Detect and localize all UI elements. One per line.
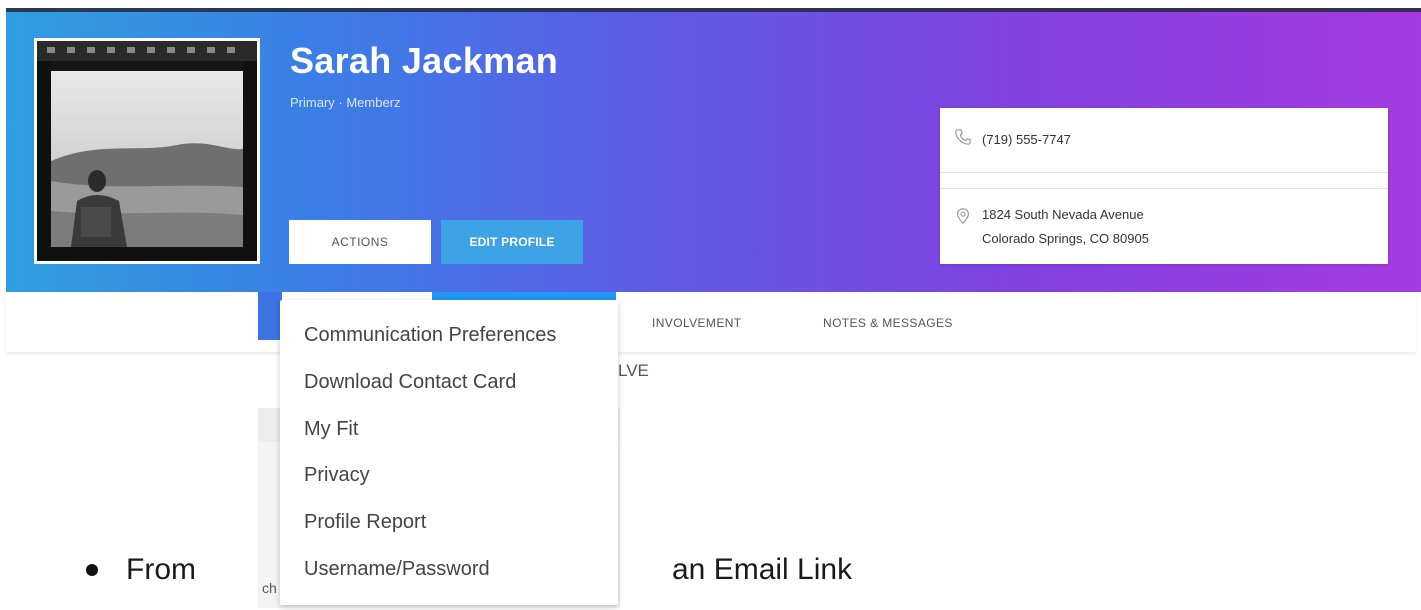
document-bullet-end: an Email Link — [672, 553, 853, 586]
menu-item-username-password[interactable]: Username/Password — [304, 558, 490, 581]
profile-photo-image — [37, 41, 257, 261]
address-line-2: Colorado Springs, CO 80905 — [982, 231, 1149, 246]
profile-name: Sarah Jackman — [290, 40, 559, 81]
map-pin-icon — [957, 208, 969, 225]
contact-card: (719) 555-7747 1824 South Nevada Avenue … — [940, 108, 1388, 264]
menu-item-profile-report[interactable]: Profile Report — [304, 511, 426, 534]
hidden-document-text: ch — [262, 580, 277, 596]
menu-item-my-fit[interactable]: My Fit — [304, 418, 358, 441]
phone-icon — [955, 129, 971, 145]
menu-item-download-contact-card[interactable]: Download Contact Card — [304, 371, 516, 394]
contact-address: 1824 South Nevada Avenue Colorado Spring… — [982, 203, 1149, 251]
profile-photo[interactable] — [34, 38, 260, 264]
actions-button[interactable]: ACTIONS — [289, 220, 431, 264]
contact-phone-row[interactable]: (719) 555-7747 — [940, 128, 1388, 168]
edit-profile-button[interactable]: EDIT PROFILE — [441, 220, 583, 264]
actions-dropdown-menu: Communication Preferences Download Conta… — [280, 300, 618, 605]
hidden-tab-text: LVE — [618, 361, 649, 380]
document-bullet-start: From — [126, 553, 196, 586]
profile-role: Primary · Memberz — [290, 95, 401, 110]
menu-item-privacy[interactable]: Privacy — [304, 464, 370, 487]
tab-notes-messages[interactable]: NOTES & MESSAGES — [823, 316, 953, 330]
tab-active-indicator-right — [432, 292, 616, 300]
contact-divider — [940, 172, 1388, 173]
contact-phone: (719) 555-7747 — [982, 132, 1071, 147]
contact-address-row[interactable]: 1824 South Nevada Avenue Colorado Spring… — [940, 188, 1388, 264]
tab-active-indicator-left — [258, 292, 282, 340]
address-line-1: 1824 South Nevada Avenue — [982, 207, 1144, 222]
menu-item-communication-preferences[interactable]: Communication Preferences — [304, 324, 556, 347]
bullet-dot — [86, 564, 98, 576]
tab-involvement[interactable]: INVOLVEMENT — [652, 316, 742, 330]
